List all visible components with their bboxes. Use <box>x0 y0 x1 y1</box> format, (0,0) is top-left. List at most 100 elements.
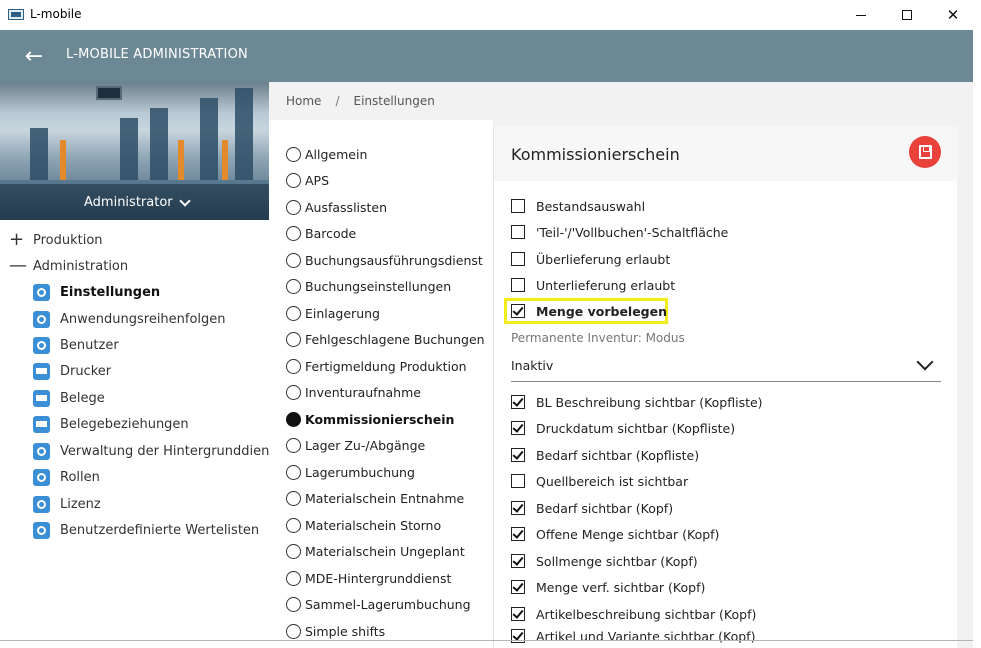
sidebar-item-einstellungen[interactable]: Einstellungen <box>33 280 269 304</box>
radio-button[interactable] <box>286 305 301 321</box>
option-quellbereich[interactable]: Quellbereich ist sichtbar <box>511 470 688 492</box>
radio-button[interactable] <box>286 278 301 294</box>
checkbox-checked[interactable] <box>511 527 525 541</box>
section-lagerumbuchung[interactable]: Lagerumbuchung <box>286 461 415 483</box>
expand-icon: + <box>9 229 25 250</box>
section-materialschein-storno[interactable]: Materialschein Storno <box>286 514 441 536</box>
breadcrumb-current: Einstellungen <box>353 94 435 108</box>
checkbox-checked[interactable] <box>511 554 525 568</box>
option-teil-vollbuchen[interactable]: 'Teil-'/'Vollbuchen'-Schaltfläche <box>511 221 728 243</box>
sidebar-item-lizenz[interactable]: Lizenz <box>33 492 269 516</box>
radio-button[interactable] <box>286 517 301 533</box>
option-menge-vorbelegen[interactable]: Menge vorbelegen <box>511 300 667 322</box>
checkbox[interactable] <box>511 252 525 266</box>
section-fehlgeschlagene-buchungen[interactable]: Fehlgeschlagene Buchungen <box>286 328 485 350</box>
nav-group-produktion[interactable]: + Produktion <box>0 228 269 252</box>
radio-button-selected[interactable] <box>286 411 301 427</box>
sidebar-item-belege[interactable]: Belege <box>33 386 269 410</box>
option-bedarf-kopf[interactable]: Bedarf sichtbar (Kopf) <box>511 497 673 519</box>
breadcrumb-home[interactable]: Home <box>286 94 321 108</box>
section-inventuraufnahme[interactable]: Inventuraufnahme <box>286 381 421 403</box>
sidebar-item-hintergrunddienste[interactable]: Verwaltung der Hintergrunddienste <box>33 439 269 463</box>
nav-group-administration[interactable]: — Administration <box>0 254 269 278</box>
section-buchungsausfuehrungsdienst[interactable]: Buchungsausführungsdienst <box>286 249 483 271</box>
window-bottom-border <box>0 640 973 641</box>
radio-button[interactable] <box>286 490 301 506</box>
checkbox[interactable] <box>511 225 525 239</box>
gear-icon <box>33 468 50 486</box>
radio-button[interactable] <box>286 172 301 188</box>
section-simple-shifts[interactable]: Simple shifts <box>286 620 385 642</box>
radio-button[interactable] <box>286 331 301 347</box>
option-sollmenge[interactable]: Sollmenge sichtbar (Kopf) <box>511 550 698 572</box>
radio-button[interactable] <box>286 437 301 453</box>
radio-button[interactable] <box>286 596 301 612</box>
section-kommissionierschein[interactable]: Kommissionierschein <box>286 408 454 430</box>
checkbox[interactable] <box>511 278 525 292</box>
section-buchungseinstellungen[interactable]: Buchungseinstellungen <box>286 275 451 297</box>
main-content: Home / Einstellungen Allgemein APS Ausfa… <box>269 82 973 648</box>
sidebar-item-belegebeziehungen[interactable]: Belegebeziehungen <box>33 412 269 436</box>
radio-button[interactable] <box>286 623 301 639</box>
close-button[interactable]: ✕ <box>930 0 976 30</box>
radio-button[interactable] <box>286 570 301 586</box>
checkbox-checked[interactable] <box>511 395 525 409</box>
checkbox-checked[interactable] <box>511 580 525 594</box>
back-button[interactable]: ← <box>20 42 48 70</box>
sidebar-item-benutzer[interactable]: Benutzer <box>33 333 269 357</box>
inventory-mode-select[interactable]: Inaktiv <box>511 352 941 382</box>
option-bedarf-kopfliste[interactable]: Bedarf sichtbar (Kopfliste) <box>511 444 699 466</box>
section-aps[interactable]: APS <box>286 169 329 191</box>
sidebar-item-rollen[interactable]: Rollen <box>33 465 269 489</box>
section-materialschein-ungeplant[interactable]: Materialschein Ungeplant <box>286 540 465 562</box>
radio-button[interactable] <box>286 225 301 241</box>
section-barcode[interactable]: Barcode <box>286 222 356 244</box>
radio-button[interactable] <box>286 358 301 374</box>
option-bestandsauswahl[interactable]: Bestandsauswahl <box>511 195 645 217</box>
checkbox[interactable] <box>511 199 525 213</box>
option-ueberlieferung[interactable]: Überlieferung erlaubt <box>511 248 670 270</box>
section-einlagerung[interactable]: Einlagerung <box>286 302 380 324</box>
gear-icon <box>33 283 50 301</box>
option-artikelbeschreibung[interactable]: Artikelbeschreibung sichtbar (Kopf) <box>511 603 756 625</box>
nav-group-label: Produktion <box>33 232 103 248</box>
option-unterlieferung[interactable]: Unterlieferung erlaubt <box>511 274 675 296</box>
section-fertigmeldung-produktion[interactable]: Fertigmeldung Produktion <box>286 355 467 377</box>
checkbox-checked[interactable] <box>511 304 525 318</box>
option-offene-menge[interactable]: Offene Menge sichtbar (Kopf) <box>511 523 719 545</box>
maximize-button[interactable] <box>884 0 930 30</box>
checkbox-checked[interactable] <box>511 421 525 435</box>
radio-button[interactable] <box>286 146 301 162</box>
breadcrumb-separator: / <box>335 94 340 108</box>
option-menge-verf[interactable]: Menge verf. sichtbar (Kopf) <box>511 576 705 598</box>
user-menu[interactable]: Administrator <box>84 194 191 210</box>
save-icon <box>918 145 932 159</box>
checkbox-checked[interactable] <box>511 448 525 462</box>
section-ausfasslisten[interactable]: Ausfasslisten <box>286 196 387 218</box>
app-header: ← L-MOBILE ADMINISTRATION <box>0 30 973 82</box>
option-druckdatum[interactable]: Druckdatum sichtbar (Kopfliste) <box>511 417 735 439</box>
sidebar-item-anwendungsreihenfolgen[interactable]: Anwendungsreihenfolgen <box>33 307 269 331</box>
section-sammel-lagerumbuchung[interactable]: Sammel-Lagerumbuchung <box>286 593 471 615</box>
radio-button[interactable] <box>286 199 301 215</box>
radio-button[interactable] <box>286 252 301 268</box>
radio-button[interactable] <box>286 464 301 480</box>
checkbox[interactable] <box>511 474 525 488</box>
gear-icon <box>33 495 50 513</box>
minimize-button[interactable] <box>838 0 884 30</box>
checkbox-checked[interactable] <box>511 607 525 621</box>
section-materialschein-entnahme[interactable]: Materialschein Entnahme <box>286 487 464 509</box>
checkbox-checked[interactable] <box>511 501 525 515</box>
section-allgemein[interactable]: Allgemein <box>286 143 367 165</box>
sidebar-item-drucker[interactable]: Drucker <box>33 359 269 383</box>
window-title: L-mobile <box>30 7 82 21</box>
radio-button[interactable] <box>286 384 301 400</box>
radio-button[interactable] <box>286 543 301 559</box>
app-title: L-MOBILE ADMINISTRATION <box>66 47 248 62</box>
option-bl-beschreibung[interactable]: BL Beschreibung sichtbar (Kopfliste) <box>511 391 763 413</box>
sidebar-item-wertelisten[interactable]: Benutzerdefinierte Wertelisten <box>33 518 269 542</box>
section-lager-zu-abgaenge[interactable]: Lager Zu-/Abgänge <box>286 434 425 456</box>
nav-group-label: Administration <box>33 258 129 274</box>
section-mde-hintergrunddienst[interactable]: MDE-Hintergrunddienst <box>286 567 451 589</box>
save-button[interactable] <box>909 136 941 168</box>
